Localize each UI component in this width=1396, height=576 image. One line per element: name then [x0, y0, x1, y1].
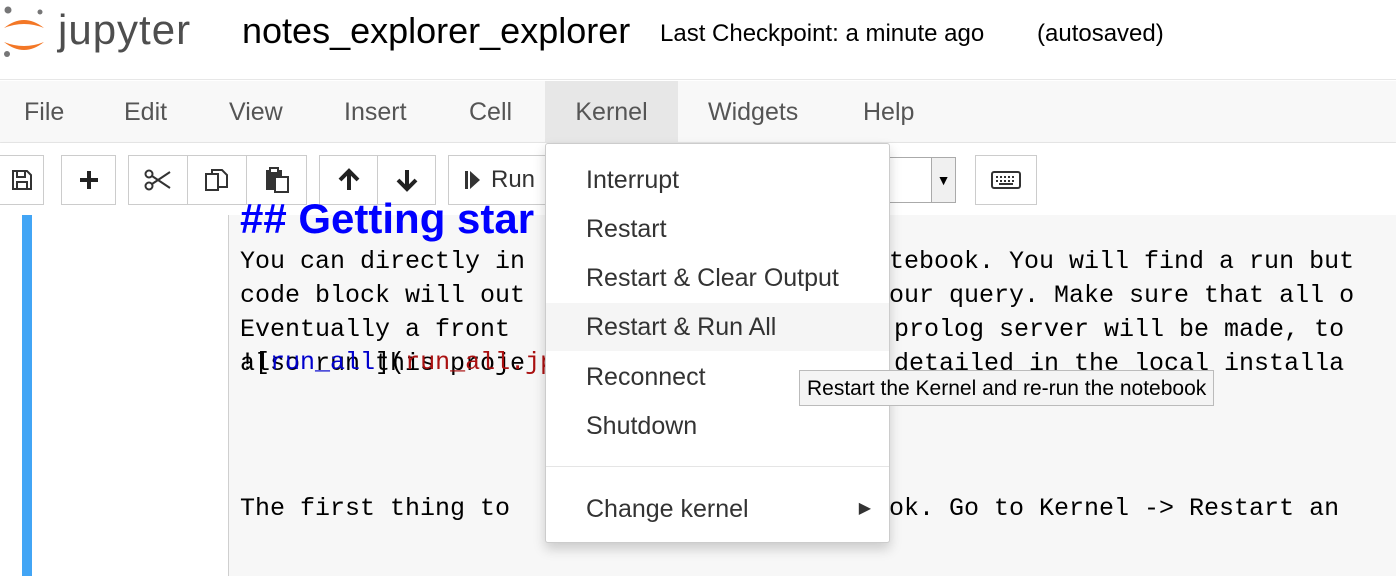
cut-button[interactable]: [128, 155, 188, 205]
chevron-down-icon: ▼: [931, 158, 955, 202]
header: jupyter notes_explorer_explorer Last Che…: [0, 0, 1396, 80]
menu-item-restart-run-all[interactable]: Restart & Run All: [546, 303, 889, 351]
jupyter-logo[interactable]: jupyter: [0, 2, 230, 62]
tooltip: Restart the Kernel and re-run the notebo…: [799, 370, 1215, 406]
menu-item-restart-clear-output[interactable]: Restart & Clear Output: [546, 254, 889, 302]
checkpoint-status: Last Checkpoint: a minute ago: [660, 20, 985, 47]
cell-text-line: prolog server will be made, to: [894, 315, 1345, 344]
cell-text-line: The first thing to: [240, 494, 511, 523]
menu-item-change-kernel[interactable]: Change kernel ▶: [546, 485, 889, 533]
menu-insert[interactable]: Insert: [344, 81, 407, 143]
menu-cell[interactable]: Cell: [469, 81, 512, 143]
menu-widgets[interactable]: Widgets: [708, 81, 798, 143]
menu-help[interactable]: Help: [863, 81, 914, 143]
kernel-menu-dropdown: Interrupt Restart Restart & Clear Output…: [545, 143, 890, 543]
insert-cell-button[interactable]: [61, 155, 116, 205]
paste-icon: [265, 167, 289, 193]
link-text: run_all: [270, 348, 376, 377]
link-open: ![: [240, 348, 271, 377]
logo-text: jupyter: [58, 6, 192, 53]
save-button[interactable]: [0, 155, 44, 205]
menu-kernel[interactable]: Kernel: [545, 81, 678, 143]
notebook-name[interactable]: notes_explorer_explorer: [242, 10, 630, 52]
cell-text-line: tebook. You will find a run but: [889, 247, 1355, 276]
cell-text-line: code block will out: [240, 281, 526, 310]
menu-edit[interactable]: Edit: [124, 81, 167, 143]
keyboard-shortcuts-button[interactable]: [975, 155, 1037, 205]
arrow-up-icon: [338, 168, 359, 190]
autosave-status: (autosaved): [1037, 20, 1164, 47]
cut-icon: [144, 169, 171, 191]
run-icon: [465, 171, 480, 189]
link-mid: ](: [375, 348, 406, 377]
copy-icon: [205, 169, 228, 191]
menu-divider: [546, 466, 889, 467]
cell-text-line: our query. Make sure that all o: [889, 281, 1355, 310]
submenu-arrow-icon: ▶: [858, 500, 871, 517]
menubar: File Edit View Insert Cell Kernel Widget…: [0, 81, 1396, 143]
cell-type-select[interactable]: ▼: [880, 157, 956, 203]
menu-item-restart[interactable]: Restart: [546, 205, 889, 253]
change-kernel-label: Change kernel: [586, 495, 749, 523]
copy-button[interactable]: [187, 155, 247, 205]
selected-cell-indicator: [22, 215, 32, 576]
menu-view[interactable]: View: [229, 81, 283, 143]
cell-text-line: ok. Go to Kernel -> Restart an: [889, 494, 1340, 523]
menu-item-shutdown[interactable]: Shutdown: [546, 402, 889, 450]
menu-item-interrupt[interactable]: Interrupt: [546, 156, 889, 204]
markdown-image-link: ![run_all](run_all.jpg): [240, 348, 585, 377]
arrow-down-icon: [396, 170, 417, 192]
cell-text-line: Eventually a front: [240, 315, 511, 344]
run-label: Run: [491, 166, 536, 193]
save-icon: [11, 170, 32, 190]
jupyter-logo-icon: [4, 6, 44, 57]
plus-icon: [79, 171, 98, 189]
keyboard-icon: [991, 171, 1021, 189]
markdown-heading: ## Getting star: [240, 195, 535, 242]
cell-text-line: You can directly in: [240, 247, 526, 276]
menu-file[interactable]: File: [24, 81, 64, 143]
